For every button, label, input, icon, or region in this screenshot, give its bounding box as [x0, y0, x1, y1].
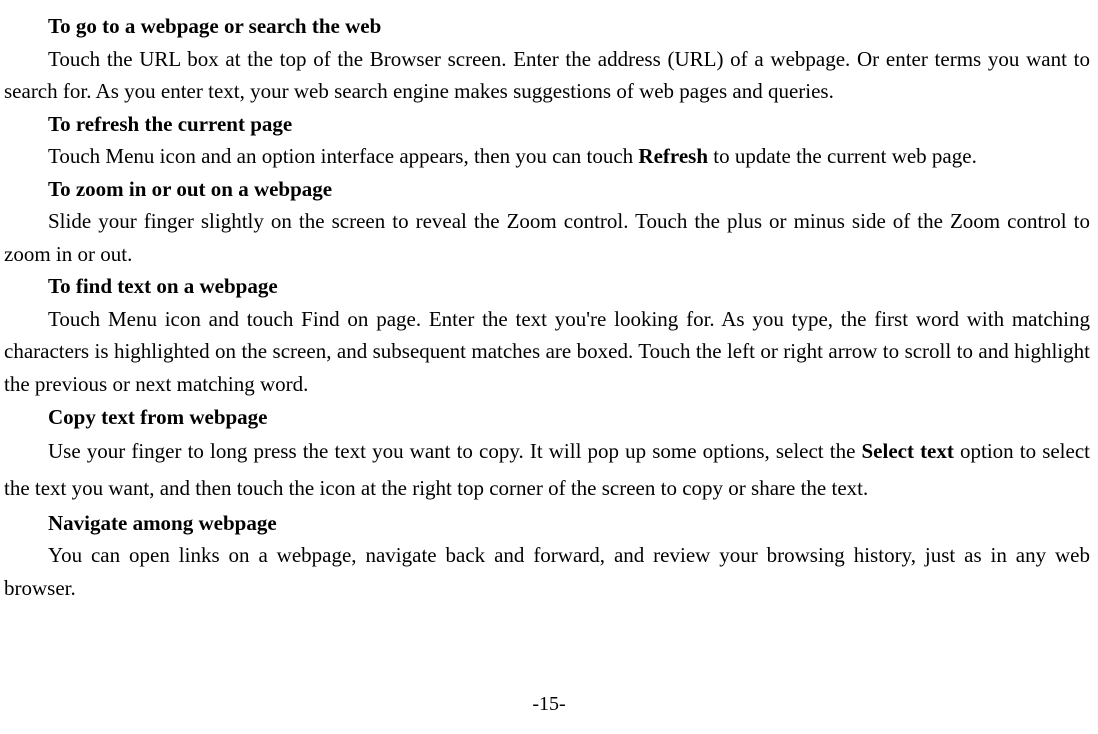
bold-inline: Refresh	[638, 144, 708, 168]
heading-text: Navigate among webpage	[48, 511, 277, 535]
heading-text: To refresh the current page	[48, 112, 292, 136]
section-heading: To zoom in or out on a webpage	[4, 173, 1090, 206]
body-text: Touch the URL box at the top of the Brow…	[4, 47, 1090, 104]
body-text: Touch Menu icon and an option interface …	[48, 144, 638, 168]
bold-inline: Select text	[862, 439, 954, 463]
section-heading: To go to a webpage or search the web	[4, 10, 1090, 43]
body-text: You can open links on a webpage, navigat…	[4, 543, 1090, 600]
section-body: Use your finger to long press the text y…	[4, 433, 1090, 507]
heading-text: Copy text from webpage	[48, 405, 268, 429]
section-body: Touch Menu icon and an option interface …	[4, 140, 1090, 173]
body-text: Touch Menu icon and touch Find on page. …	[4, 307, 1090, 396]
body-text: Slide your finger slightly on the screen…	[4, 209, 1090, 266]
section-body: Touch the URL box at the top of the Brow…	[4, 43, 1090, 108]
section-body: Slide your finger slightly on the screen…	[4, 205, 1090, 270]
page-number: -15-	[0, 689, 1098, 720]
section-heading: To find text on a webpage	[4, 270, 1090, 303]
section-heading: Navigate among webpage	[4, 507, 1090, 540]
body-text: Use your finger to long press the text y…	[48, 439, 862, 463]
heading-text: To zoom in or out on a webpage	[48, 177, 332, 201]
body-text-after: to update the current web page.	[708, 144, 977, 168]
section-heading: To refresh the current page	[4, 108, 1090, 141]
section-body: You can open links on a webpage, navigat…	[4, 539, 1090, 604]
section-heading: Copy text from webpage	[4, 401, 1090, 434]
section-body: Touch Menu icon and touch Find on page. …	[4, 303, 1090, 401]
document-content: To go to a webpage or search the web Tou…	[4, 10, 1090, 604]
heading-text: To go to a webpage or search the web	[48, 14, 381, 38]
heading-text: To find text on a webpage	[48, 274, 278, 298]
